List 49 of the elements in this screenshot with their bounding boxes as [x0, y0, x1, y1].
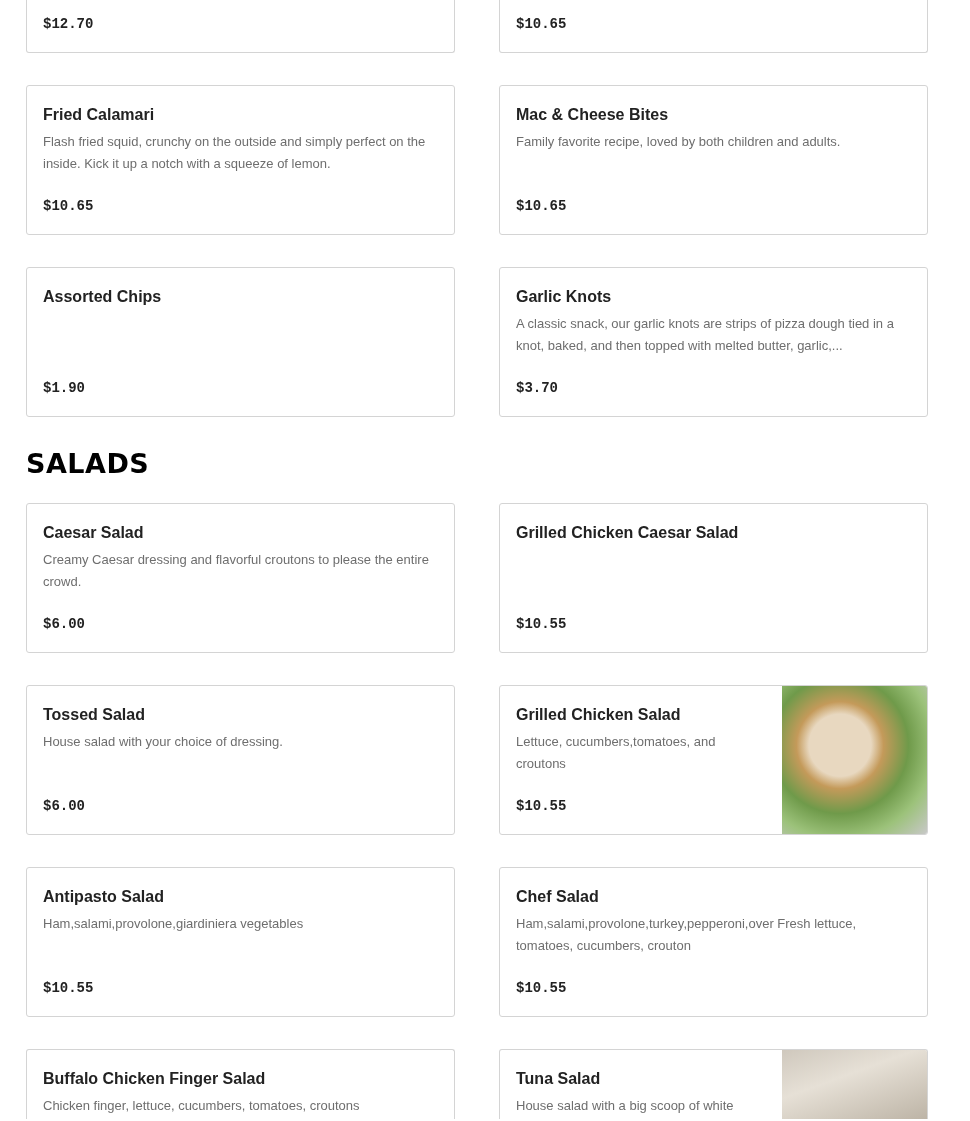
- menu-item-card[interactable]: Fried Calamari Flash fried squid, crunchy on the outside and simply perfect on the inside. Kick it up a notch with a squeeze of lemon. $10.65: [26, 85, 455, 235]
- menu-item-card[interactable]: Mac & Cheese Bites Family favorite recipe, loved by both children and adults. $10.65: [499, 85, 928, 235]
- menu-item-card[interactable]: Grilled Chicken Salad Lettuce, cucumbers,tomatoes, and croutons $10.55: [499, 685, 928, 835]
- item-price: $10.65: [516, 15, 568, 33]
- item-price: $1.90: [43, 379, 86, 397]
- item-description: Lettuce, cucumbers,tomatoes, and croutons: [516, 733, 717, 773]
- menu-item-card[interactable]: Assorted Chips $1.90: [26, 267, 455, 417]
- menu-item-card[interactable]: Caesar Salad Creamy Caesar dressing and flavorful croutons to please the entire crowd. $6.00: [26, 503, 455, 653]
- menu-item-card[interactable]: Tossed Salad House salad with your choice of dressing. $6.00: [26, 685, 455, 835]
- section-heading: SALADS: [26, 449, 151, 479]
- menu-item-card[interactable]: Buffalo Chicken Finger Salad Chicken finger, lettuce, cucumbers, tomatoes, croutons: [26, 1049, 455, 1119]
- item-name: Chef Salad: [516, 887, 600, 907]
- item-description: House salad with your choice of dressing.: [43, 733, 284, 751]
- item-price: $10.65: [516, 197, 568, 215]
- item-name: Caesar Salad: [43, 523, 145, 543]
- item-name: Assorted Chips: [43, 287, 163, 307]
- item-price: $6.00: [43, 797, 86, 815]
- item-name: Tuna Salad: [516, 1069, 602, 1089]
- item-price: $6.00: [43, 615, 86, 633]
- menu-item-card[interactable]: Antipasto Salad Ham,salami,provolone,giardiniera vegetables $10.55: [26, 867, 455, 1017]
- item-price: $10.55: [516, 615, 568, 633]
- item-description: Ham,salami,provolone,turkey,pepperoni,over Fresh lettuce, tomatoes, cucumbers, crouton: [516, 915, 858, 955]
- item-name: Buffalo Chicken Finger Salad: [43, 1069, 267, 1089]
- item-description: Creamy Caesar dressing and flavorful croutons to please the entire crowd.: [43, 551, 430, 591]
- item-description: House salad with a big scoop of white: [516, 1097, 735, 1115]
- menu-item-card[interactable]: Garlic Knots A classic snack, our garlic knots are strips of pizza dough tied in a knot, baked, and then topped with melted butter, garlic,... $3.70: [499, 267, 928, 417]
- menu-item-card[interactable]: Tuna Salad House salad with a big scoop of white: [499, 1049, 928, 1119]
- menu-item-card[interactable]: Chef Salad Ham,salami,provolone,turkey,pepperoni,over Fresh lettuce, tomatoes, cucumbers, crouton $10.55: [499, 867, 928, 1017]
- item-name: Grilled Chicken Caesar Salad: [516, 523, 740, 543]
- menu-item-card[interactable]: $10.65: [499, 0, 928, 53]
- item-name: Garlic Knots: [516, 287, 613, 307]
- item-price: $3.70: [516, 379, 559, 397]
- item-name: Fried Calamari: [43, 105, 156, 125]
- item-description: Chicken finger, lettuce, cucumbers, tomatoes, croutons: [43, 1097, 361, 1115]
- item-name: Antipasto Salad: [43, 887, 165, 907]
- item-description: Family favorite recipe, loved by both children and adults.: [516, 133, 842, 151]
- item-name: Mac & Cheese Bites: [516, 105, 670, 125]
- item-description: A classic snack, our garlic knots are strips of pizza dough tied in a knot, baked, and then topped with melted butter, garlic,...: [516, 315, 895, 355]
- item-description: Flash fried squid, crunchy on the outside and simply perfect on the inside. Kick it up a notch with a squeeze of lemon.: [43, 133, 427, 173]
- item-name: Grilled Chicken Salad: [516, 705, 682, 725]
- item-price: $10.55: [516, 797, 568, 815]
- item-description: Ham,salami,provolone,giardiniera vegetables: [43, 915, 305, 933]
- item-price: $12.70: [43, 15, 95, 33]
- item-price: $10.65: [43, 197, 95, 215]
- item-price: $10.55: [43, 979, 95, 997]
- menu-item-card[interactable]: $12.70: [26, 0, 455, 53]
- menu-item-card[interactable]: Grilled Chicken Caesar Salad $10.55: [499, 503, 928, 653]
- item-name: Tossed Salad: [43, 705, 146, 725]
- item-price: $10.55: [516, 979, 568, 997]
